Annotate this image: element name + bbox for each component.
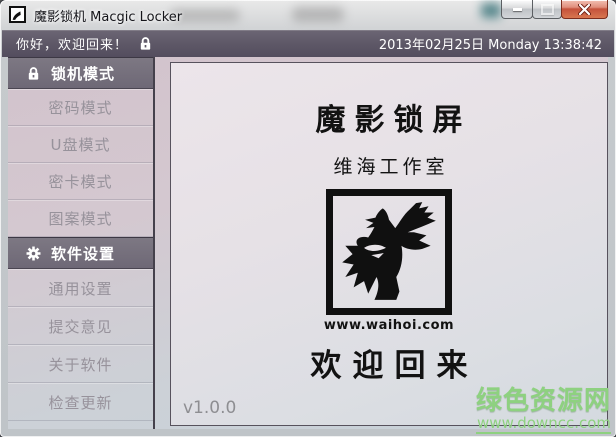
app-window: 魔影锁机 Macgic Locker 你好，欢迎回来！ <box>0 0 616 437</box>
welcome-text: 欢迎回来 <box>300 340 479 385</box>
datetime-text: 2013年02月25日 Monday 13:38:42 <box>379 34 602 53</box>
sidebar-item-usb-mode[interactable]: U盘模式 <box>8 126 153 163</box>
window-title: 魔影锁机 Macgic Locker <box>34 6 182 25</box>
minimize-icon <box>513 8 522 11</box>
main-panel: 魔影锁屏 维海工作室 www.waihoi.com 欢迎回来 v1.0.0 <box>170 62 608 426</box>
watermark-site-url: www.downcc.com <box>476 416 611 434</box>
sidebar-section-lock-modes: 锁机模式 <box>8 57 153 89</box>
lock-icon <box>138 36 153 51</box>
watermark-site-name: 绿色资源网 <box>476 388 611 414</box>
title-bar[interactable]: 魔影锁机 Macgic Locker <box>0 0 616 30</box>
studio-website: www.waihoi.com <box>324 318 454 333</box>
sidebar: 锁机模式 密码模式 U盘模式 密卡模式 图案模式 <box>8 57 155 429</box>
caption-buttons <box>502 0 608 19</box>
status-header-bar: 你好，欢迎回来！ 2013年02月25日 Monday 13:38:42 <box>2 30 614 57</box>
close-button[interactable] <box>561 0 608 19</box>
site-watermark: 绿色资源网 www.downcc.com <box>476 388 611 434</box>
app-title: 魔影锁屏 <box>307 95 472 139</box>
lock-icon <box>25 66 41 81</box>
maximize-button[interactable] <box>532 0 562 19</box>
section-label: 软件设置 <box>51 243 115 264</box>
minimize-button[interactable] <box>501 0 533 19</box>
sidebar-item-check-update[interactable]: 检查更新 <box>8 383 153 421</box>
version-label: v1.0.0 <box>183 398 236 418</box>
studio-name: 维海工作室 <box>329 152 448 179</box>
close-icon <box>578 4 591 15</box>
greeting-text: 你好，欢迎回来！ <box>16 34 128 53</box>
sidebar-item-pattern-mode[interactable]: 图案模式 <box>8 200 153 237</box>
dragon-logo <box>326 189 452 315</box>
gear-icon <box>25 246 41 261</box>
sidebar-item-feedback[interactable]: 提交意见 <box>8 307 153 345</box>
maximize-icon <box>541 4 554 15</box>
sidebar-item-password-mode[interactable]: 密码模式 <box>8 89 153 126</box>
sidebar-item-about[interactable]: 关于软件 <box>8 345 153 383</box>
glass-blur-decoration <box>481 3 501 18</box>
sidebar-item-card-mode[interactable]: 密卡模式 <box>8 163 153 200</box>
sidebar-section-settings: 软件设置 <box>8 237 153 269</box>
section-label: 锁机模式 <box>51 63 115 84</box>
client-area: 锁机模式 密码模式 U盘模式 密卡模式 图案模式 <box>8 57 608 429</box>
glass-blur-decoration <box>292 7 344 22</box>
app-icon <box>9 6 26 23</box>
sidebar-item-general-settings[interactable]: 通用设置 <box>8 269 153 307</box>
